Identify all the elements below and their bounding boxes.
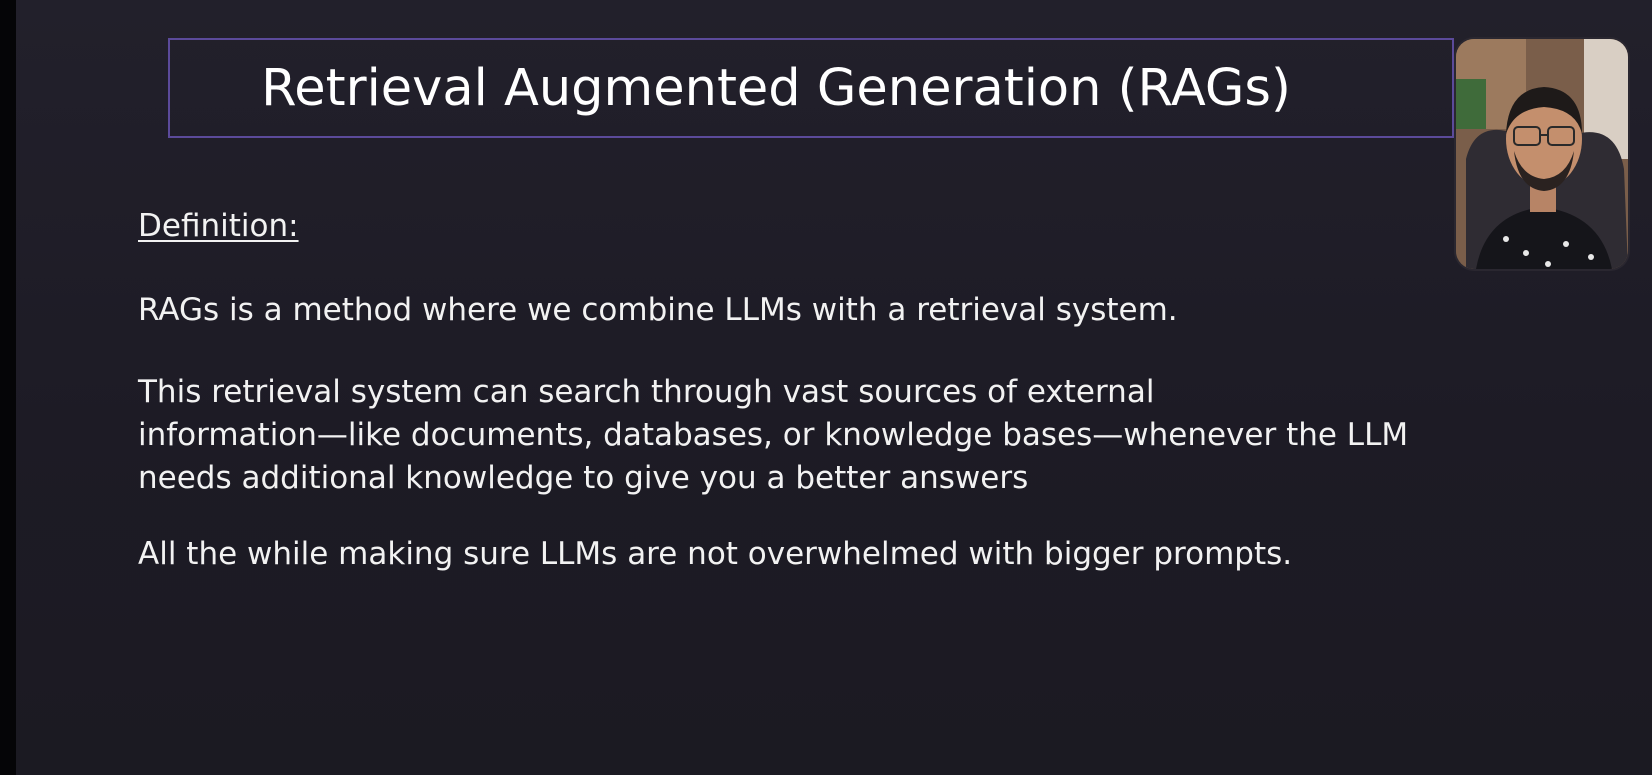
slide-title-box: Retrieval Augmented Generation (RAGs): [168, 38, 1454, 138]
paragraph-2: This retrieval system can search through…: [138, 371, 1598, 500]
paragraph-2-line: This retrieval system can search through…: [138, 374, 1155, 410]
presenter-webcam: [1456, 39, 1628, 269]
presenter-webcam-icon: [1456, 39, 1628, 269]
slide-title: Retrieval Augmented Generation (RAGs): [261, 58, 1291, 118]
presentation-slide: Retrieval Augmented Generation (RAGs) De…: [16, 0, 1652, 775]
video-frame: Retrieval Augmented Generation (RAGs) De…: [0, 0, 1652, 775]
paragraph-3: All the while making sure LLMs are not o…: [138, 536, 1293, 572]
definition-heading: Definition:: [138, 208, 299, 244]
paragraph-1: RAGs is a method where we combine LLMs w…: [138, 292, 1178, 328]
paragraph-2-line: needs additional knowledge to give you a…: [138, 460, 1029, 496]
paragraph-2-line: information—like documents, databases, o…: [138, 417, 1409, 453]
